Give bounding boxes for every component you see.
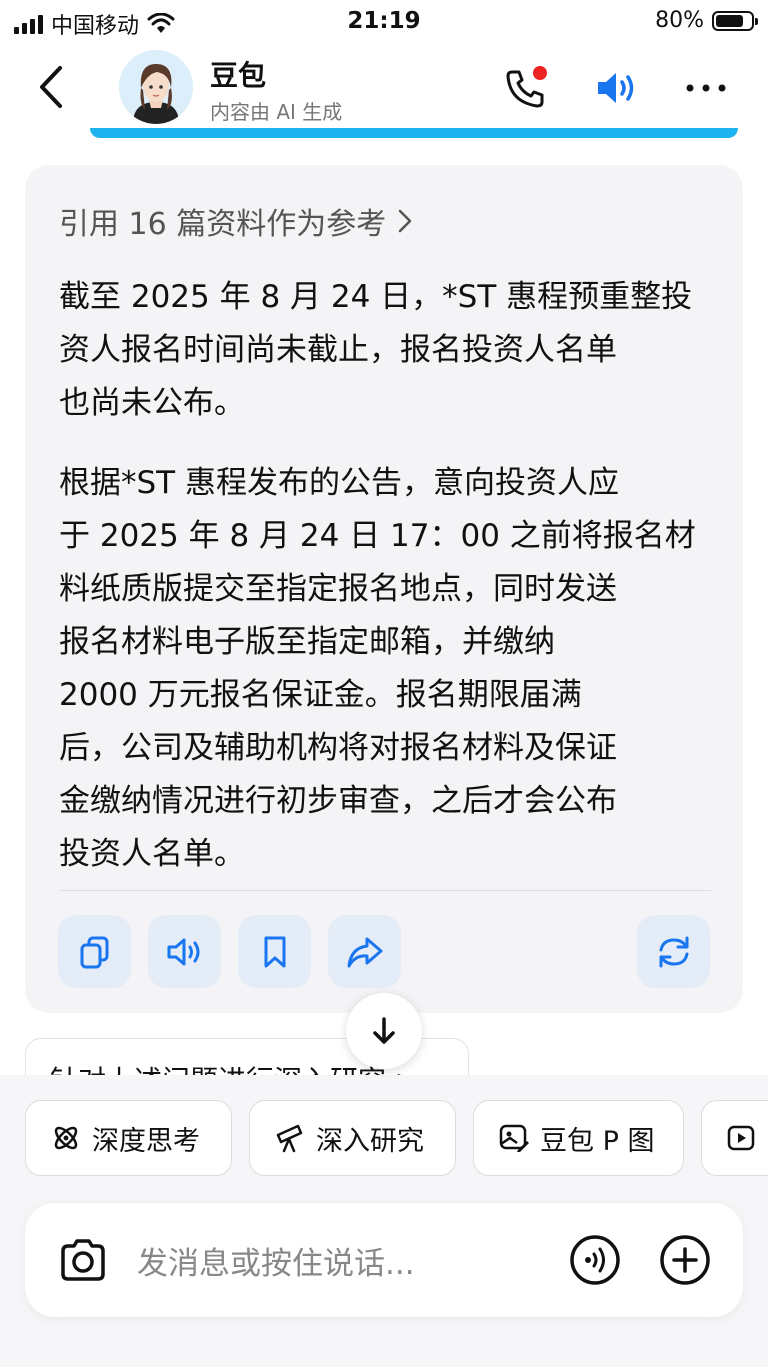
chip-image-edit[interactable]: 豆包 P 图 [473, 1100, 684, 1176]
ai-message-card: 引用 16 篇资料作为参考 截至 2025 年 8 月 24 日，*ST 惠程预… [25, 165, 743, 1013]
chat-title: 豆包 [210, 59, 267, 92]
message-line: 料纸质版提交至指定报名地点，同时发送 [59, 571, 617, 607]
message-line: 也尚未公布。 [59, 385, 245, 421]
clock: 21:19 [347, 8, 421, 34]
message-line: 后，公司及辅助机构将对报名材料及保证 [59, 730, 617, 766]
chip-label: 深度思考 [92, 1125, 200, 1157]
message-line: 根据*ST 惠程发布的公告，意向投资人应 [59, 465, 619, 501]
arrow-down-icon [373, 1017, 395, 1044]
status-bar: 中国移动 21:19 80% [0, 0, 768, 44]
voice-input-icon[interactable] [569, 1234, 621, 1286]
ai-generated-note: 内容由 AI 生成 [210, 100, 343, 124]
chevron-right-icon [399, 209, 412, 233]
battery-icon [712, 10, 758, 31]
message-line: 资人报名时间尚未截止，报名投资人名单 [59, 332, 617, 368]
message-input[interactable]: 发消息或按住说话... [137, 1238, 415, 1283]
divider [59, 890, 711, 891]
references-link[interactable]: 引用 16 篇资料作为参考 [59, 199, 414, 243]
message-line: 投资人名单。 [59, 836, 245, 872]
speaker-icon[interactable] [592, 64, 640, 112]
regenerate-button[interactable] [637, 915, 710, 988]
chip-video[interactable] [701, 1100, 768, 1176]
bookmark-button[interactable] [238, 915, 311, 988]
back-chevron-icon[interactable] [32, 62, 72, 112]
regenerate-icon [659, 936, 688, 967]
message-line: 2000 万元报名保证金。报名期限届满 [59, 677, 582, 713]
read-aloud-button[interactable] [148, 915, 221, 988]
bottom-panel: 深度思考 深入研究 豆包 P 图 发消息或按住说话... [0, 1075, 768, 1367]
references-label: 引用 16 篇资料作为参考 [59, 207, 387, 242]
image-edit-icon [499, 1124, 529, 1152]
message-line: 截至 2025 年 8 月 24 日，*ST 惠程预重整投 [59, 279, 693, 315]
chip-label: 豆包 P 图 [540, 1125, 655, 1157]
avatar[interactable] [119, 50, 193, 124]
accent-line [90, 128, 738, 138]
message-input-bar[interactable]: 发消息或按住说话... [25, 1203, 743, 1317]
bookmark-icon [264, 936, 285, 967]
chip-label: 深入研究 [316, 1125, 424, 1157]
copy-button[interactable] [58, 915, 131, 988]
more-icon[interactable] [682, 64, 730, 112]
camera-icon[interactable] [57, 1234, 109, 1286]
chip-deep-thinking[interactable]: 深度思考 [25, 1100, 232, 1176]
plus-icon[interactable] [659, 1234, 711, 1286]
copy-icon [80, 936, 108, 968]
telescope-icon [276, 1124, 303, 1153]
battery-percent: 80% [655, 8, 704, 33]
video-icon [727, 1125, 755, 1151]
atom-icon [54, 1126, 78, 1150]
message-line: 金缴纳情况进行初步审查，之后才会公布 [59, 783, 617, 819]
scroll-to-bottom-button[interactable] [346, 993, 422, 1069]
phone-icon[interactable] [502, 64, 550, 112]
chip-deep-research[interactable]: 深入研究 [249, 1100, 456, 1176]
share-icon [347, 937, 382, 967]
message-line: 于 2025 年 8 月 24 日 17：00 之前将报名材 [59, 518, 696, 554]
chat-header: 豆包 内容由 AI 生成 [0, 44, 768, 134]
message-paragraph-2: 根据*ST 惠程发布的公告，意向投资人应 于 2025 年 8 月 24 日 1… [59, 457, 714, 881]
read-aloud-icon [167, 938, 199, 965]
share-button[interactable] [328, 915, 401, 988]
message-paragraph-1: 截至 2025 年 8 月 24 日，*ST 惠程预重整投 资人报名时间尚未截止… [59, 271, 714, 430]
message-line: 报名材料电子版至指定邮箱，并缴纳 [59, 624, 555, 660]
